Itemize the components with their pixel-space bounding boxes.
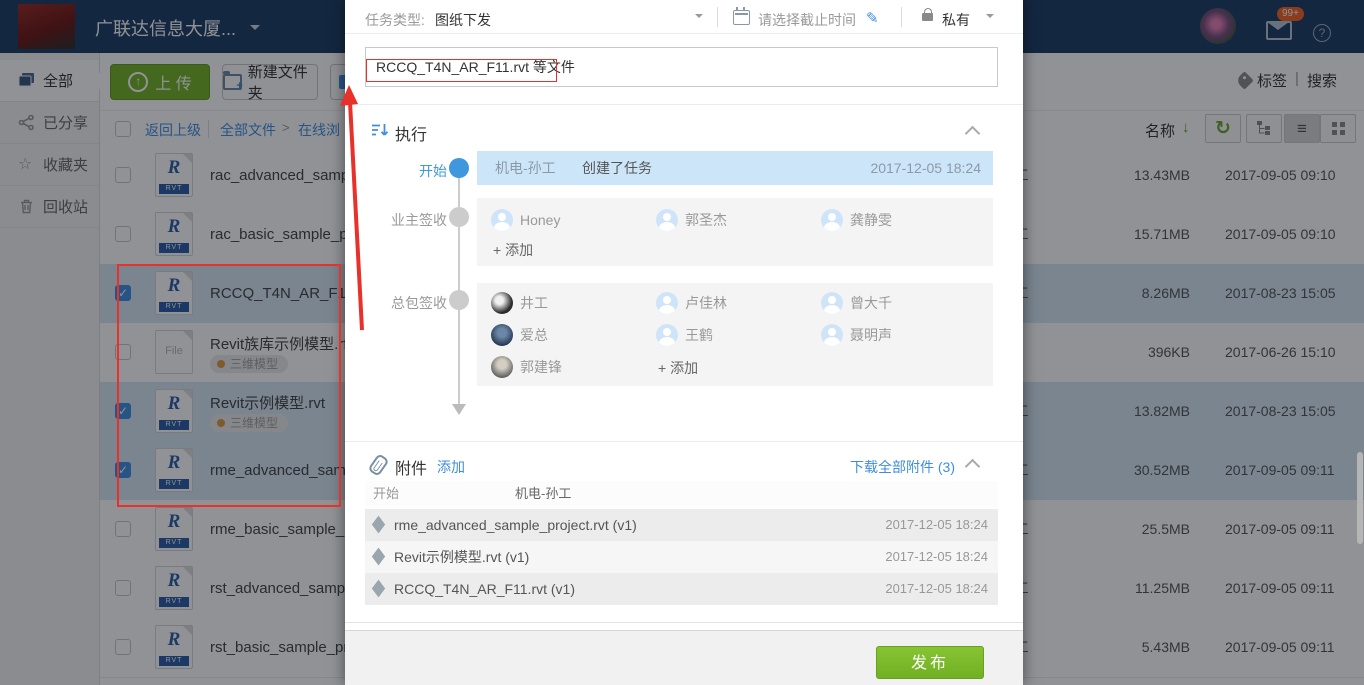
step-gc-sign-dot [449,290,469,310]
step-owner-sign-dot [449,207,469,227]
start-event-row: 机电-孙工 创建了任务 2017-12-05 18:24 [477,151,993,185]
divider [345,33,1023,34]
assignee: 聂明声 [821,323,892,347]
attachments-subheader: 开始 机电-孙工 [365,481,998,507]
privacy-value[interactable]: 私有 [942,10,970,30]
model-cube-icon [372,548,385,566]
event-when: 2017-12-05 18:24 [870,151,981,185]
gc-sign-panel: 井工 卢佳林 曾大千 爱总 王鹤 聂明声 郭建锋 + 添加 [477,283,993,386]
assignee-name: Honey [520,212,560,228]
edit-pencil-icon[interactable]: ✎ [866,9,879,27]
add-assignee-button[interactable]: + 添加 [658,358,698,378]
assignee: 郭圣杰 [656,208,727,232]
attachment-name: Revit示例模型.rvt (v1) [394,549,529,565]
divider [345,441,1023,442]
assignee-name: 龚静雯 [850,210,892,230]
attachment-item[interactable]: RCCQ_T4N_AR_F11.rvt (v1) 2017-12-05 18:2… [365,573,998,605]
model-cube-icon [372,580,385,598]
task-type-value[interactable]: 图纸下发 [435,10,491,30]
deadline-picker[interactable]: 请选择截止时间 [758,10,856,30]
attachment-date: 2017-12-05 18:24 [885,541,988,573]
assignee-name: 郭圣杰 [685,210,727,230]
attachment-item[interactable]: Revit示例模型.rvt (v1) 2017-12-05 18:24 [365,541,998,573]
screen: 广联达信息大厦... 99+ ? 全部 已分享 ☆ 收藏夹 回收站 [0,0,1364,685]
step-owner-sign-label: 业主签收 [365,210,447,230]
assignee-name: 郭建锋 [520,357,562,377]
model-cube-icon [372,516,385,534]
task-type-label: 任务类型: [365,10,425,30]
attachment-name: RCCQ_T4N_AR_F11.rvt (v1) [394,581,575,597]
person-avatar [821,292,843,314]
calendar-icon[interactable] [733,10,750,25]
attachments-collapse-icon[interactable] [965,459,981,475]
privacy-caret-icon[interactable] [986,14,994,22]
attachment-date: 2017-12-05 18:24 [885,509,988,541]
attachment-name: rme_advanced_sample_project.rvt (v1) [394,517,637,533]
step-gc-sign-label: 总包签收 [359,293,447,313]
assignee-name: 井工 [520,293,548,313]
add-assignee-button[interactable]: + 添加 [493,240,533,260]
workflow-section-title: 执行 [395,121,427,145]
header-divider [717,7,718,27]
owner-sign-panel: Honey 郭圣杰 龚静雯 + 添加 [477,198,993,266]
person-avatar [491,209,513,231]
header-divider [901,7,902,27]
task-type-caret-icon[interactable] [695,14,703,22]
attachments-section-title: 附件 [395,455,427,479]
step-start-label: 开始 [375,161,447,181]
add-attachment-button[interactable]: 添加 [437,457,465,477]
workflow-sort-icon [371,122,389,138]
person-avatar [821,209,843,231]
assignee: 卢佳林 [656,291,727,315]
page-scrollbar[interactable] [1357,452,1363,544]
person-avatar [656,324,678,346]
person-avatar [491,356,513,378]
assignee: 曾大千 [821,291,892,315]
workflow-collapse-icon[interactable] [965,126,981,142]
attachment-item[interactable]: rme_advanced_sample_project.rvt (v1) 201… [365,509,998,541]
person-avatar [491,324,513,346]
download-all-button[interactable]: 下载全部附件 (3) [785,457,955,477]
assignee-name: 卢佳林 [685,293,727,313]
task-title-input[interactable]: RCCQ_T4N_AR_F11.rvt 等文件 [365,47,998,87]
subheader-owner: 机电-孙工 [515,481,571,507]
subheader-start: 开始 [373,481,399,507]
modal-footer: 发布 [345,630,1023,685]
task-modal: 任务类型: 图纸下发 请选择截止时间 ✎ 私有 RCCQ_T4N_AR_F11.… [345,0,1023,685]
assignee-name: 爱总 [520,325,548,345]
person-avatar [656,209,678,231]
person-avatar [491,292,513,314]
assignee-name: 王鹤 [685,325,713,345]
assignee: Honey [491,208,560,232]
timeline-arrow-icon [452,404,466,422]
divider [345,622,1023,623]
event-who: 机电-孙工 [495,151,556,185]
divider [345,104,1023,105]
publish-button[interactable]: 发布 [876,646,984,679]
step-start-dot [449,158,469,178]
attachment-date: 2017-12-05 18:24 [885,573,988,605]
assignee-name: 曾大千 [850,293,892,313]
lock-icon [922,13,933,21]
assignee: 郭建锋 [491,355,562,379]
person-avatar [821,324,843,346]
event-what: 创建了任务 [582,151,652,185]
paperclip-icon [367,453,389,477]
assignee: 龚静雯 [821,208,892,232]
person-avatar [656,292,678,314]
assignee: 爱总 [491,323,548,347]
workflow-timeline [458,168,460,404]
assignee: 王鹤 [656,323,713,347]
assignee: 井工 [491,291,548,315]
assignee-name: 聂明声 [850,325,892,345]
